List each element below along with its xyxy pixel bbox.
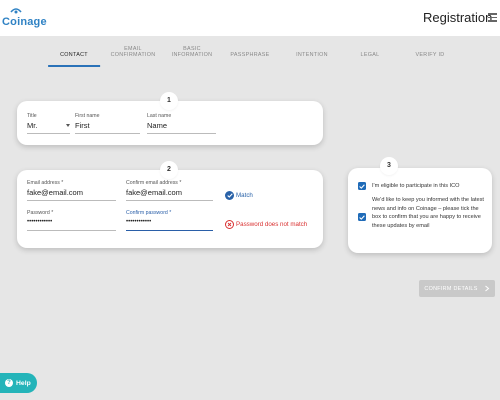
step-label: INTENTION bbox=[296, 52, 328, 58]
active-step-underline bbox=[48, 65, 100, 67]
step-label: VERIFY ID bbox=[415, 52, 445, 58]
step-label-line2: INFORMATION bbox=[171, 52, 213, 58]
first-name-label: First name bbox=[75, 113, 100, 119]
field-underline-focused bbox=[126, 230, 213, 232]
registration-steps: CONTACT EMAIL CONFIRMATION BASIC INFORMA… bbox=[0, 46, 500, 67]
top-bar: Coinage Registration bbox=[0, 0, 500, 36]
step-contact[interactable]: CONTACT bbox=[48, 52, 100, 67]
step-basic-information[interactable]: BASIC INFORMATION bbox=[172, 46, 213, 58]
step-label: LEGAL bbox=[360, 52, 380, 58]
page-title: Registration bbox=[423, 10, 493, 25]
eligibility-checkbox[interactable] bbox=[358, 182, 366, 190]
confirm-details-label: CONFIRM DETAILS bbox=[424, 285, 478, 292]
eligibility-text: I'm eligible to participate in this ICO bbox=[372, 183, 460, 189]
logo-text: Coinage bbox=[2, 16, 47, 28]
title-label: Title bbox=[27, 113, 37, 119]
field-underline bbox=[27, 200, 116, 201]
email-match-status: Match bbox=[225, 191, 253, 200]
confirm-password-label: Confirm password * bbox=[126, 210, 172, 216]
hamburger-menu-icon[interactable] bbox=[488, 13, 497, 22]
password-value: •••••••••••• bbox=[27, 219, 53, 225]
password-mismatch-status: Password does not match bbox=[225, 220, 307, 229]
coinage-logo[interactable]: Coinage bbox=[2, 6, 58, 30]
password-mismatch-text: Password does not match bbox=[236, 221, 308, 228]
chevron-right-icon bbox=[484, 285, 489, 292]
match-text: Match bbox=[236, 192, 253, 199]
consent-card: I'm eligible to participate in this ICO … bbox=[348, 168, 492, 253]
step-label: CONTACT bbox=[60, 52, 88, 58]
logo-mark-icon bbox=[10, 8, 22, 14]
step-passphrase[interactable]: PASSPHRASE bbox=[230, 52, 269, 58]
field-underline bbox=[27, 133, 70, 134]
account-card: Email address * fake@email.com Confirm e… bbox=[17, 170, 323, 248]
help-button[interactable]: ? Help bbox=[0, 373, 37, 393]
step-label-line2: CONFIRMATION bbox=[110, 52, 156, 58]
field-underline bbox=[147, 133, 216, 134]
confirm-email-value: fake@email.com bbox=[126, 188, 182, 197]
error-x-circle-icon bbox=[225, 220, 234, 229]
step-email-confirmation[interactable]: EMAIL CONFIRMATION bbox=[111, 46, 156, 58]
step-label: PASSPHRASE bbox=[230, 52, 270, 58]
section-number-badge: 2 bbox=[160, 161, 178, 179]
newsletter-checkbox[interactable] bbox=[358, 213, 366, 221]
field-underline bbox=[75, 133, 140, 134]
checkmark-icon bbox=[359, 183, 365, 189]
eligibility-check-row[interactable]: I'm eligible to participate in this ICO bbox=[358, 182, 484, 191]
password-label: Password * bbox=[27, 210, 54, 216]
confirm-password-value: •••••••••••• bbox=[126, 219, 152, 225]
field-underline bbox=[27, 230, 116, 231]
section-number-badge: 1 bbox=[160, 92, 178, 110]
step-verify-id[interactable]: VERIFY ID bbox=[416, 52, 445, 58]
section-number-badge: 3 bbox=[380, 157, 398, 175]
checkmark-icon bbox=[359, 214, 365, 220]
step-legal[interactable]: LEGAL bbox=[361, 52, 380, 58]
title-value: Mr. bbox=[27, 121, 38, 130]
email-value: fake@email.com bbox=[27, 188, 83, 197]
last-name-value: Name bbox=[147, 121, 168, 130]
newsletter-text: We'd like to keep you informed with the … bbox=[372, 197, 484, 230]
last-name-label: Last name bbox=[147, 113, 172, 119]
email-label: Email address * bbox=[27, 180, 64, 186]
confirm-email-label: Confirm email address * bbox=[126, 180, 182, 186]
check-circle-icon bbox=[225, 191, 234, 200]
step-intention[interactable]: INTENTION bbox=[296, 52, 328, 58]
help-label: Help bbox=[16, 379, 31, 387]
newsletter-check-row[interactable]: We'd like to keep you informed with the … bbox=[358, 196, 484, 231]
first-name-value: First bbox=[75, 121, 90, 130]
confirm-details-button[interactable]: CONFIRM DETAILS bbox=[419, 280, 495, 297]
field-underline bbox=[126, 200, 213, 201]
chevron-down-icon bbox=[66, 124, 70, 127]
help-question-icon: ? bbox=[5, 379, 13, 387]
